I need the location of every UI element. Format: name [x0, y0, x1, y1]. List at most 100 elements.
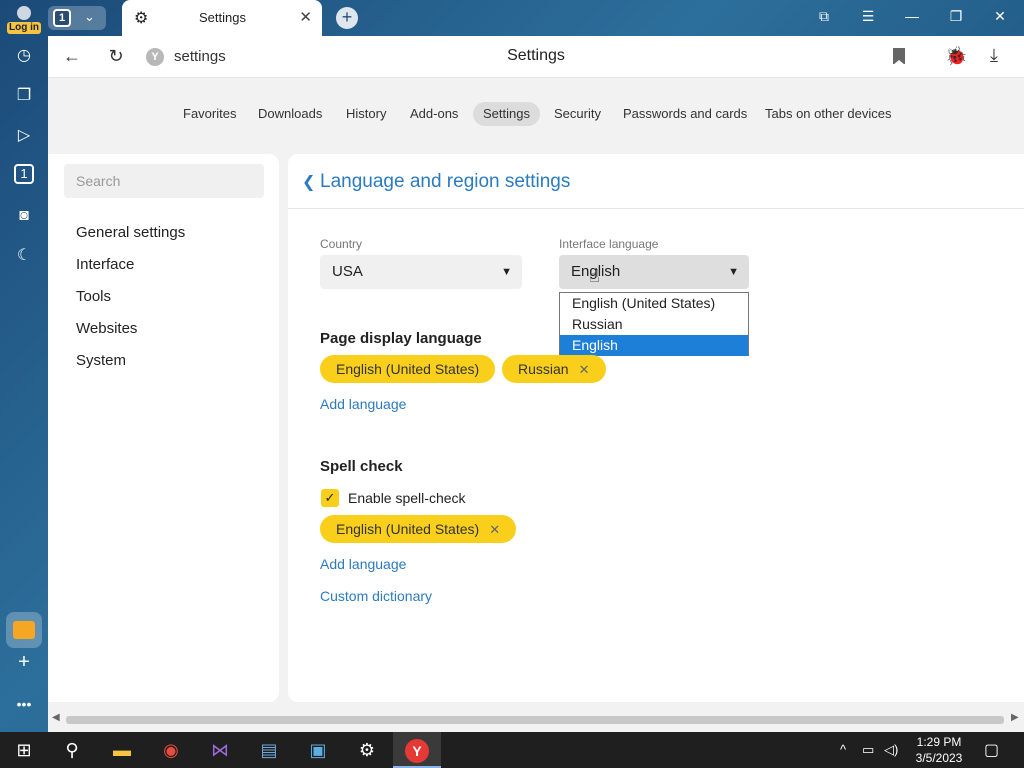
mail-icon — [13, 621, 35, 639]
login-button[interactable]: Log in — [6, 4, 42, 34]
gear-icon: ⚙ — [134, 10, 149, 27]
side-panel: ◷ ❐ ▷ 1 ◙ ☾ + ••• — [0, 36, 48, 732]
back-button[interactable]: ← — [60, 46, 84, 67]
camera-icon[interactable]: ◙ — [12, 204, 36, 228]
bookmarks-panel-icon[interactable]: ⧉ — [812, 8, 836, 25]
language-chip: English (United States) — [320, 355, 496, 383]
tab-title: Settings — [199, 10, 246, 25]
add-icon[interactable]: + — [12, 650, 36, 674]
sidebar-item-websites[interactable]: Websites — [76, 320, 137, 337]
close-tab-icon[interactable]: ✕ — [299, 8, 312, 26]
spellcheck-language-chip: English (United States) ✕ — [320, 515, 517, 543]
tab-addons[interactable]: Add-ons — [400, 102, 468, 126]
chevron-left-icon[interactable]: ❮ — [302, 172, 315, 192]
collections-icon[interactable]: ❐ — [12, 84, 36, 108]
page-display-heading: Page display language — [320, 330, 482, 347]
clock[interactable]: 1:29 PM 3/5/2023 — [900, 734, 978, 766]
visual-studio-icon[interactable]: ⋈ — [196, 732, 244, 768]
network-icon[interactable]: ▭ — [862, 742, 874, 758]
country-select[interactable]: USA ▼ — [320, 255, 522, 289]
download-icon[interactable]: ⤓ — [990, 45, 998, 66]
chip-label: English (United States) — [336, 521, 480, 537]
search-input[interactable] — [64, 164, 264, 198]
remove-chip-icon[interactable]: ✕ — [579, 362, 590, 377]
settings-sidebar: General settings Interface Tools Website… — [48, 154, 279, 702]
extension-icon[interactable]: 🐞 — [945, 46, 967, 67]
tab-favorites[interactable]: Favorites — [173, 102, 246, 126]
login-label: Log in — [7, 22, 41, 34]
bookmark-icon[interactable] — [893, 48, 905, 65]
night-mode-icon[interactable]: ☾ — [12, 244, 36, 268]
dropdown-option[interactable]: Russian — [560, 314, 748, 335]
search-icon[interactable]: ⚲ — [48, 732, 96, 768]
country-value: USA — [332, 263, 363, 280]
dropdown-option-selected[interactable]: English — [560, 335, 748, 356]
clock-date: 3/5/2023 — [915, 751, 963, 765]
app-icon-2[interactable]: ▣ — [294, 732, 342, 768]
chip-label: Russian — [518, 361, 569, 377]
tab-count: 1 — [53, 9, 71, 27]
more-icon[interactable]: ••• — [12, 692, 36, 716]
play-icon[interactable]: ▷ — [12, 124, 36, 148]
chevron-up-icon[interactable]: ^ — [840, 742, 846, 757]
section-title: Language and region settings — [320, 171, 571, 192]
settings-nav-tabs: Favorites Downloads History Add-ons Sett… — [48, 102, 1024, 128]
start-icon[interactable]: ⊞ — [0, 732, 48, 768]
enable-spellcheck-label[interactable]: Enable spell-check — [348, 490, 466, 506]
tab-security[interactable]: Security — [544, 102, 611, 126]
user-icon — [17, 6, 31, 20]
spell-check-heading: Spell check — [320, 458, 403, 475]
spellcheck-checkbox[interactable]: ✓ — [321, 489, 339, 507]
add-language-link[interactable]: Add language — [320, 556, 406, 572]
site-icon[interactable]: Y — [146, 48, 164, 66]
app-icon[interactable]: ▤ — [245, 732, 293, 768]
chip-label: English (United States) — [336, 361, 480, 377]
minimize-button[interactable]: — — [900, 8, 924, 24]
notifications-icon[interactable]: ▢ — [984, 740, 999, 760]
tab-settings-page[interactable]: Settings — [473, 102, 540, 126]
interface-language-select[interactable]: English ▼ — [559, 255, 749, 289]
scroll-right-icon[interactable]: ▶ — [1011, 712, 1019, 723]
sidebar-item-system[interactable]: System — [76, 352, 126, 369]
sidebar-item-tools[interactable]: Tools — [76, 288, 111, 305]
tab-settings[interactable]: ⚙ Settings ✕ — [122, 0, 322, 36]
tab-number-icon[interactable]: 1 — [14, 164, 34, 184]
title-bar: Log in 1 ⌄ ⚙ Settings ✕ + ⧉ ☰ — ❐ ✕ — [0, 0, 1024, 36]
taskbar: ⊞ ⚲ ▬ ◉ ⋈ ▤ ▣ ⚙ Y ^ ▭ ◁) 1:29 PM 3/5/202… — [0, 732, 1024, 768]
restore-button[interactable]: ❐ — [944, 8, 968, 25]
sidebar-item-interface[interactable]: Interface — [76, 256, 134, 273]
settings-main: ❮ Language and region settings Country U… — [288, 154, 1024, 702]
tab-history[interactable]: History — [336, 102, 396, 126]
mail-button[interactable] — [6, 612, 42, 648]
reload-button[interactable]: ↻ — [104, 46, 128, 67]
browser-window: ← ↻ Y settings Settings 🐞 ⤓ Favorites Do… — [48, 36, 1024, 732]
address-bar: ← ↻ Y settings Settings 🐞 ⤓ — [48, 36, 1024, 78]
country-label: Country — [320, 237, 363, 251]
close-window-button[interactable]: ✕ — [988, 8, 1012, 25]
scrollbar-thumb[interactable] — [66, 716, 1004, 724]
menu-icon[interactable]: ☰ — [856, 8, 880, 25]
url-text[interactable]: settings — [174, 48, 226, 65]
tab-passwords-and-cards[interactable]: Passwords and cards — [613, 102, 757, 126]
new-tab-button[interactable]: + — [336, 7, 358, 29]
tab-other-devices[interactable]: Tabs on other devices — [755, 102, 901, 126]
horizontal-scrollbar[interactable]: ◀ ▶ — [48, 712, 1024, 726]
chrome-icon[interactable]: ◉ — [147, 732, 195, 768]
settings-icon[interactable]: ⚙ — [343, 732, 391, 768]
language-dropdown: English (United States) Russian English — [559, 292, 749, 356]
clock-time: 1:29 PM — [916, 735, 962, 749]
tab-downloads[interactable]: Downloads — [248, 102, 332, 126]
scroll-left-icon[interactable]: ◀ — [52, 712, 60, 723]
add-language-link[interactable]: Add language — [320, 396, 406, 412]
tab-counter-button[interactable]: 1 ⌄ — [48, 6, 106, 30]
sidebar-item-general-settings[interactable]: General settings — [76, 224, 185, 241]
remove-chip-icon[interactable]: ✕ — [489, 522, 500, 537]
chevron-down-icon: ⌄ — [84, 9, 95, 24]
volume-icon[interactable]: ◁) — [884, 742, 898, 758]
chevron-down-icon: ▼ — [728, 266, 739, 278]
custom-dictionary-link[interactable]: Custom dictionary — [320, 588, 432, 604]
history-icon[interactable]: ◷ — [12, 44, 36, 68]
dropdown-option[interactable]: English (United States) — [560, 293, 748, 314]
file-explorer-icon[interactable]: ▬ — [98, 732, 146, 768]
yandex-browser-icon[interactable]: Y — [393, 732, 441, 768]
